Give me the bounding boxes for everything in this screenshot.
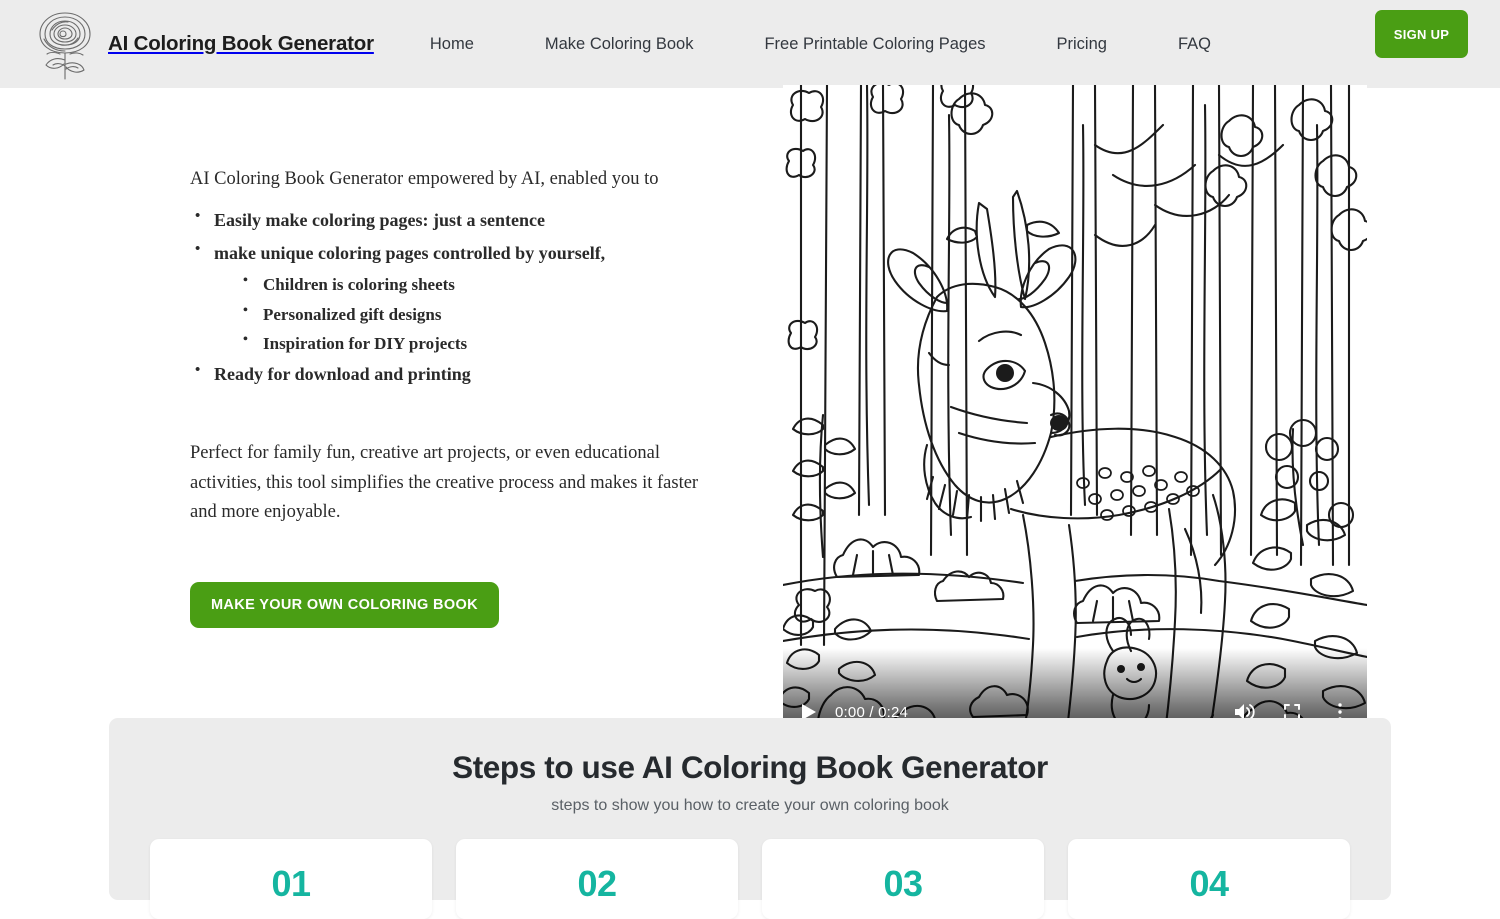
hero-paragraph: Perfect for family fun, creative art pro… [190,443,699,522]
hero-sub-bullet-2: Personalized gift designs [239,299,730,329]
site-header: AI Coloring Book Generator Home Make Col… [0,0,1500,88]
hero-bullet-2-label: make unique coloring pages controlled by… [214,243,606,264]
brand-name: AI Coloring Book Generator [108,32,374,55]
hero-sub-list: Children is coloring sheets Personalized… [214,269,730,358]
step-number-03: 03 [883,863,923,904]
step-card-04[interactable]: 04 [1068,839,1350,919]
steps-section: Steps to use AI Coloring Book Generator … [109,718,1391,919]
hero-bullet-1-label: Easily make coloring pages: just a sente… [214,209,545,230]
hero-section: AI Coloring Book Generator empowered by … [0,85,1500,758]
step-card-03[interactable]: 03 [762,839,1044,919]
hero-bullet-2: make unique coloring pages controlled by… [190,236,730,358]
nav-link-free-printable-coloring-pages[interactable]: Free Printable Coloring Pages [764,29,985,60]
nav-link-home[interactable]: Home [430,29,474,60]
make-your-own-coloring-book-button[interactable]: MAKE YOUR OWN COLORING BOOK [190,582,499,628]
hero-video-player[interactable]: 0:00 / 0:24 [783,85,1367,758]
hero-bullet-1: Easily make coloring pages: just a sente… [190,203,730,237]
hero-intro-text: AI Coloring Book Generator empowered by … [190,169,659,189]
step-number-02: 02 [577,863,617,904]
hero-sub-bullet-3: Inspiration for DIY projects [239,328,730,358]
signup-button[interactable]: SIGN UP [1375,10,1468,58]
steps-subtitle: steps to show you how to create your own… [551,797,949,814]
step-card-02[interactable]: 02 [456,839,738,919]
rose-line-art-logo-icon [39,12,91,80]
nav-link-make-coloring-book[interactable]: Make Coloring Book [545,29,694,60]
hero-feature-list: Easily make coloring pages: just a sente… [190,203,730,392]
video-poster-deer-coloring-page [783,85,1367,758]
nav-link-pricing[interactable]: Pricing [1057,29,1107,60]
steps-card-row: 01 02 03 04 [150,839,1350,919]
hero-sub-bullet-1: Children is coloring sheets [239,269,730,299]
step-number-01: 01 [271,863,311,904]
steps-title: Steps to use AI Coloring Book Generator [452,749,1048,785]
step-number-04: 04 [1189,863,1229,904]
step-card-01[interactable]: 01 [150,839,432,919]
main-navigation: Home Make Coloring Book Free Printable C… [430,29,1211,60]
hero-bullet-3-label: Ready for download and printing [214,364,471,385]
hero-copy: AI Coloring Book Generator empowered by … [190,166,730,628]
brand-logo-link[interactable]: AI Coloring Book Generator [30,7,374,81]
nav-link-faq[interactable]: FAQ [1178,29,1211,60]
hero-bullet-3: Ready for download and printing [190,357,730,391]
